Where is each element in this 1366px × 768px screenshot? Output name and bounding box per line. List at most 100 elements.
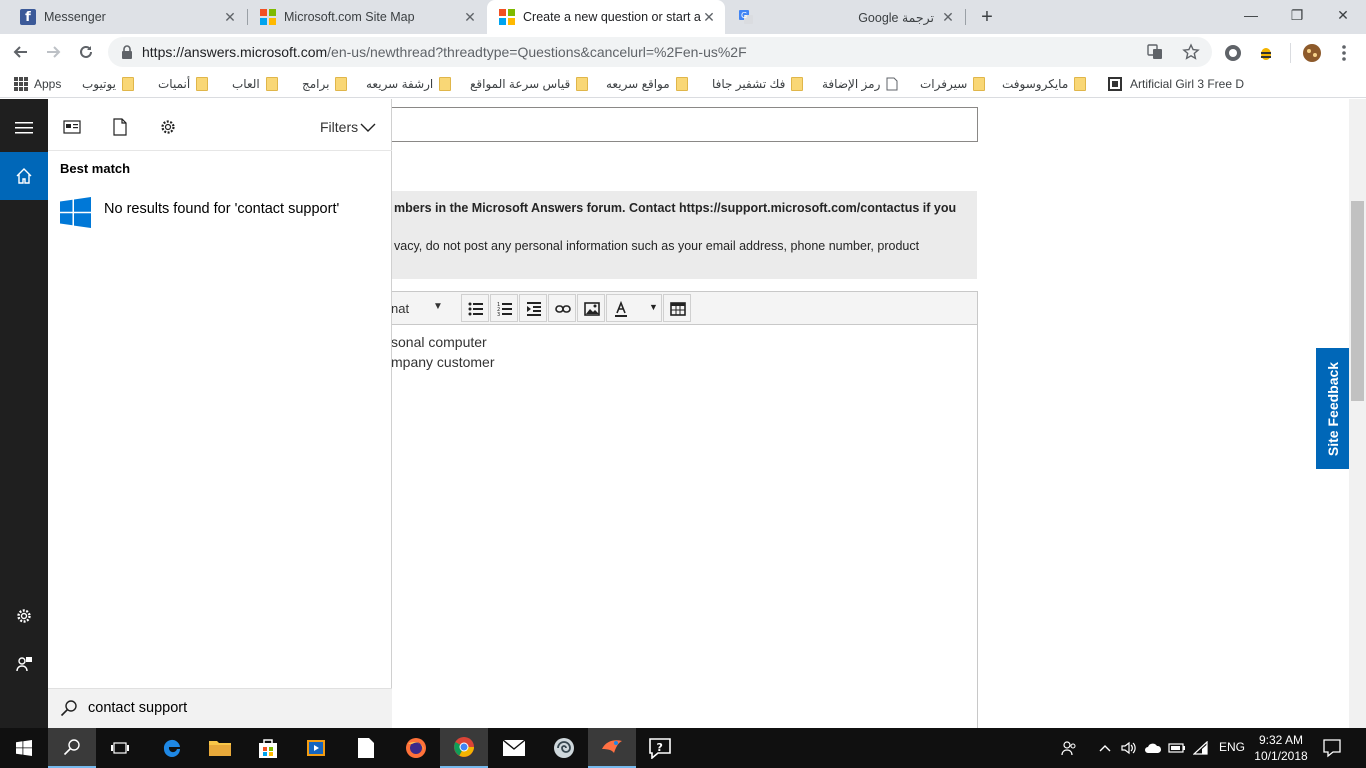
taskbar-search-button[interactable] (48, 728, 96, 768)
menu-dots-icon[interactable] (1334, 43, 1354, 63)
star-icon[interactable] (1182, 43, 1200, 61)
bookmark-folder[interactable]: قياس سرعة المواقع (470, 76, 589, 92)
bookmark-folder[interactable]: العاب (232, 76, 278, 92)
minimize-button[interactable]: — (1228, 0, 1274, 30)
chevron-down-icon[interactable] (360, 119, 376, 135)
bookmark-apps[interactable]: Apps (14, 76, 61, 92)
bookmark-site[interactable]: Artificial Girl 3 Free D (1108, 76, 1246, 92)
search-input[interactable]: contact support (88, 700, 187, 716)
taskbar-app-bird[interactable] (588, 728, 636, 768)
volume-icon[interactable] (1120, 739, 1138, 757)
editor-toolbar: nat ▼ 123 ▼ (361, 292, 977, 325)
store-bag-icon (259, 739, 277, 758)
new-tab-button[interactable]: + (976, 6, 998, 28)
result-text: No results found for 'contact support' (104, 201, 340, 217)
taskbar-edge[interactable] (148, 728, 196, 768)
caret-down-icon[interactable]: ▼ (433, 301, 443, 312)
bookmark-label: Artificial Girl 3 Free D (1130, 77, 1245, 91)
bookmark-folder[interactable]: ارشفة سريعه (366, 76, 452, 92)
numbered-list-button[interactable]: 123 (490, 294, 518, 322)
taskbar-store[interactable] (244, 728, 292, 768)
folder-icon (335, 77, 348, 91)
forward-button[interactable] (40, 39, 66, 65)
bookmark-label: سيرفرات (920, 77, 968, 91)
hamburger-menu-button[interactable] (0, 104, 48, 152)
close-window-button[interactable]: ✕ (1320, 0, 1366, 30)
browser-toolbar: https://answers.microsoft.com/en-us/newt… (0, 34, 1366, 70)
subject-input[interactable] (360, 107, 978, 142)
start-button[interactable] (0, 728, 48, 768)
language-indicator[interactable]: ENG (1219, 740, 1245, 754)
settings-button[interactable] (0, 592, 48, 640)
insert-image-button[interactable] (577, 294, 605, 322)
tab-site-map[interactable]: Microsoft.com Site Map ✕ (248, 0, 486, 34)
home-button[interactable] (0, 152, 48, 200)
close-tab-icon[interactable]: ✕ (462, 9, 478, 25)
taskbar-document[interactable] (342, 728, 390, 768)
close-tab-icon[interactable]: ✕ (222, 9, 238, 25)
filters-button[interactable]: Filters (320, 119, 358, 135)
taskbar-app-swirl[interactable] (540, 728, 588, 768)
url-host: https://answers.microsoft.com (142, 44, 328, 60)
format-dropdown[interactable]: nat (391, 301, 409, 316)
feedback-hub-button[interactable] (0, 640, 48, 688)
back-button[interactable] (8, 39, 34, 65)
people-icon[interactable] (1060, 739, 1078, 757)
clock[interactable]: 9:32 AM 10/1/2018 (1252, 732, 1310, 764)
task-view-button[interactable] (96, 728, 144, 768)
folder-icon (973, 77, 986, 91)
bookmark-folder[interactable]: مواقع سريعه (606, 76, 688, 92)
close-tab-icon[interactable]: ✕ (940, 9, 956, 25)
taskbar-file-explorer[interactable] (196, 728, 244, 768)
rich-text-editor[interactable]: nat ▼ 123 ▼ sonal computer mpany custome… (360, 291, 978, 728)
document-icon[interactable] (111, 118, 129, 136)
onedrive-cloud-icon[interactable] (1144, 739, 1162, 757)
tab-new-question[interactable]: Create a new question or start a ✕ (487, 0, 725, 34)
reload-button[interactable] (73, 39, 99, 65)
url-text[interactable]: https://answers.microsoft.com/en-us/newt… (142, 44, 747, 60)
taskbar-mail[interactable] (490, 728, 538, 768)
taskbar-help[interactable]: ? (636, 728, 684, 768)
extension-circle-icon[interactable] (1223, 43, 1243, 63)
apps-view-icon[interactable] (63, 118, 81, 136)
battery-icon[interactable] (1168, 739, 1186, 757)
folder-icon (196, 77, 209, 91)
extension-bee-icon[interactable] (1256, 43, 1276, 63)
link-button[interactable] (548, 294, 576, 322)
bookmark-folder[interactable]: يوتيوب (82, 76, 134, 92)
profile-avatar[interactable] (1302, 43, 1322, 63)
site-feedback-button[interactable]: Site Feedback (1316, 348, 1349, 469)
search-box[interactable]: contact support (48, 688, 392, 728)
wifi-icon[interactable] (1192, 739, 1210, 757)
folder-icon (675, 77, 688, 91)
tab-messenger[interactable]: f Messenger ✕ (8, 0, 246, 34)
lock-icon[interactable] (120, 45, 134, 59)
scrollbar-thumb[interactable] (1351, 201, 1364, 401)
font-color-button[interactable]: ▼ (606, 294, 662, 322)
taskbar-chrome[interactable] (440, 728, 488, 768)
taskbar-media-player[interactable] (292, 728, 340, 768)
tab-google-translate[interactable]: G Google ترجمة ✕ (726, 0, 964, 34)
bookmark-folder[interactable]: برامج (302, 76, 348, 92)
indent-button[interactable] (519, 294, 547, 322)
translate-page-icon[interactable] (1146, 43, 1164, 61)
bookmark-folder[interactable]: أنميات (158, 76, 209, 92)
search-result-item[interactable]: No results found for 'contact support' (48, 191, 392, 235)
tab-title: Google ترجمة (858, 10, 934, 25)
maximize-button[interactable]: ❐ (1274, 0, 1320, 30)
settings-icon[interactable] (159, 118, 177, 136)
bookmark-folder[interactable]: سيرفرات (920, 76, 986, 92)
bookmark-page[interactable]: رمز الإضافة (822, 76, 898, 92)
close-tab-icon[interactable]: ✕ (701, 9, 717, 25)
bookmark-folder[interactable]: فك تشفير جافا (712, 76, 804, 92)
address-bar[interactable]: https://answers.microsoft.com/en-us/newt… (108, 37, 1212, 67)
insert-table-button[interactable] (663, 294, 691, 322)
editor-content[interactable]: sonal computer mpany customer (391, 332, 494, 372)
chevron-up-icon[interactable] (1096, 739, 1114, 757)
taskbar-firefox[interactable] (392, 728, 440, 768)
bookmark-folder[interactable]: مايكروسوفت (1002, 76, 1087, 92)
action-center-icon[interactable] (1322, 738, 1342, 758)
bulleted-list-button[interactable] (461, 294, 489, 322)
search-icon (63, 739, 80, 756)
page-scrollbar[interactable] (1349, 99, 1366, 728)
